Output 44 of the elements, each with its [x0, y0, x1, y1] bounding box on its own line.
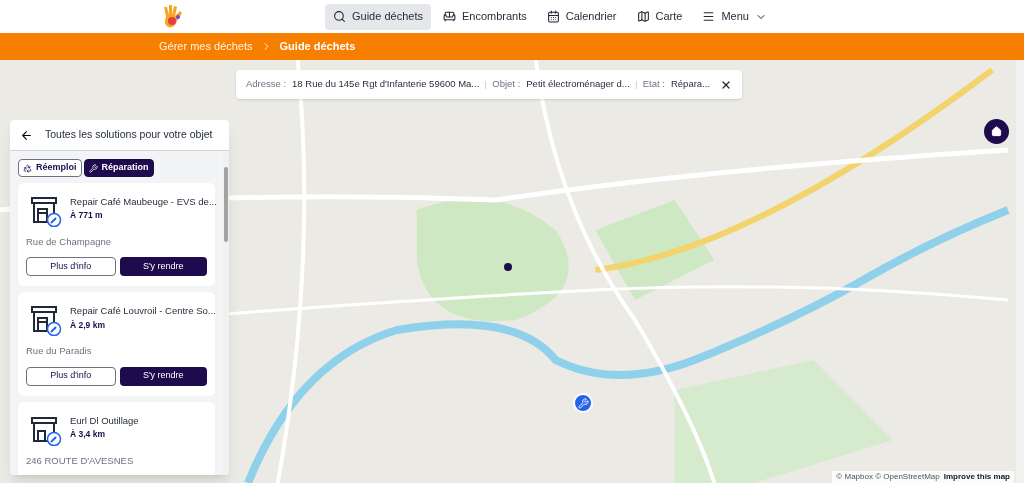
map-icon	[636, 10, 650, 23]
result-distance: À 2,9 km	[70, 318, 106, 332]
building-wrench-icon	[30, 195, 62, 227]
result-distance: À 771 m	[70, 209, 104, 222]
nav-tab[interactable]: Calendrier	[538, 3, 625, 30]
result-distance: À 3,4 km	[70, 427, 106, 441]
filter-value: Petit électroménager d...	[526, 77, 630, 92]
calendar-icon	[546, 10, 560, 23]
filter-label: Adresse :	[245, 77, 287, 92]
info-button[interactable]: Plus d'info	[26, 257, 116, 277]
filter-value: Répara...	[670, 77, 711, 92]
search-icon	[333, 10, 346, 23]
result-name: Repair Café Louvroil - Centre So...	[70, 304, 216, 319]
directions-button[interactable]: S'y rendre	[119, 257, 207, 277]
info-button[interactable]: Plus d'info	[26, 366, 116, 386]
recycle-icon	[23, 163, 32, 173]
home-icon	[991, 126, 1002, 137]
result-name: Eurl Dl Outillage	[70, 413, 139, 428]
filter-tab[interactable]: Réparation	[83, 159, 154, 177]
filter-value: 18 Rue du 145e Rgt d'Infanterie 59600 Ma...	[292, 77, 480, 92]
sofa-icon	[442, 10, 456, 23]
result-address: Rue du Paradis	[26, 344, 93, 359]
building-wrench-icon	[30, 304, 62, 337]
result-name: Repair Café Maubeuge - EVS de...	[70, 195, 217, 209]
menu-icon	[702, 10, 716, 23]
page-scrollbar[interactable]	[1016, 60, 1024, 483]
filter-label: Objet :	[492, 77, 521, 92]
nav-tab[interactable]: Encombrants	[434, 3, 535, 30]
result-address: 246 ROUTE D'AVESNES	[26, 453, 135, 468]
nav-tab[interactable]: Carte	[628, 3, 691, 30]
nav-tab[interactable]: Menu	[694, 3, 775, 30]
filter-tab[interactable]: Réemploi	[18, 159, 82, 177]
map-pin-icon	[504, 263, 512, 271]
wrench-icon	[88, 163, 98, 173]
directions-button[interactable]: S'y rendre	[119, 366, 207, 386]
filter-label: Etat :	[642, 77, 665, 92]
map-attribution: © Mapbox © OpenStreetMap	[836, 471, 940, 483]
back-button[interactable]	[20, 128, 33, 142]
scrollbar-thumb[interactable]	[224, 167, 228, 242]
nav-tab[interactable]: Guide déchets	[325, 3, 431, 30]
panel-title: Toutes les solutions pour votre objet	[45, 127, 213, 143]
result-address: Rue de Champagne	[26, 235, 113, 249]
scrollbar[interactable]	[223, 151, 229, 475]
improve-map-link[interactable]: Improve this map	[943, 471, 1010, 483]
